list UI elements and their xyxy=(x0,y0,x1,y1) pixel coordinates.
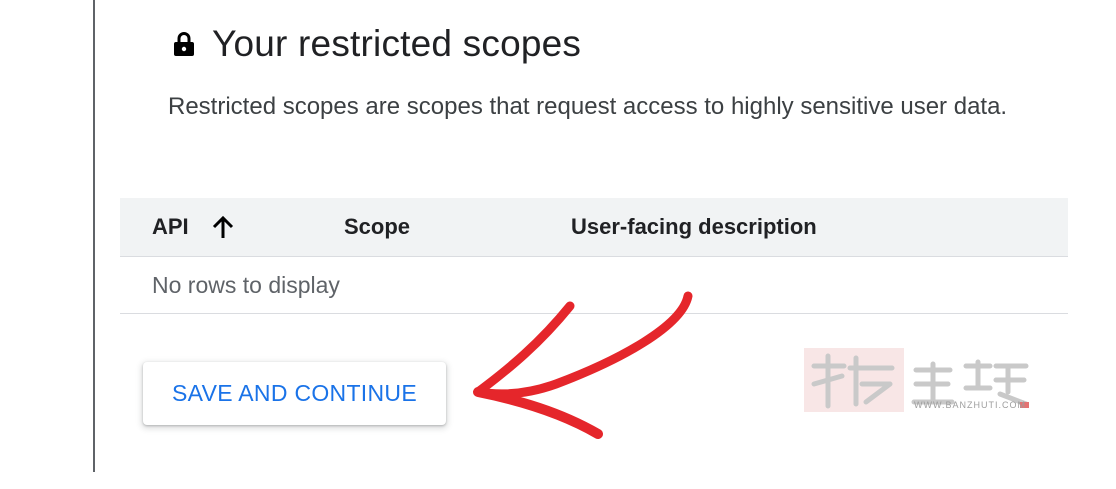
hand-drawn-arrow xyxy=(473,291,693,439)
section-description: Restricted scopes are scopes that reques… xyxy=(168,93,1008,120)
table-header: API Scope User-facing description xyxy=(120,198,1068,257)
left-border-rule xyxy=(93,0,95,472)
column-header-scope[interactable]: Scope xyxy=(344,198,410,256)
lock-icon xyxy=(174,32,194,56)
save-and-continue-button[interactable]: SAVE AND CONTINUE xyxy=(143,362,446,425)
arrow-up-icon[interactable] xyxy=(210,215,236,241)
page-title: Your restricted scopes xyxy=(212,23,582,64)
column-header-api[interactable]: API xyxy=(152,198,189,256)
section-header: Your restricted scopes xyxy=(172,22,581,66)
column-header-description[interactable]: User-facing description xyxy=(571,198,817,256)
watermark-url: WWW.BANZHUTI.COM xyxy=(914,400,1026,410)
empty-message: No rows to display xyxy=(152,272,340,298)
